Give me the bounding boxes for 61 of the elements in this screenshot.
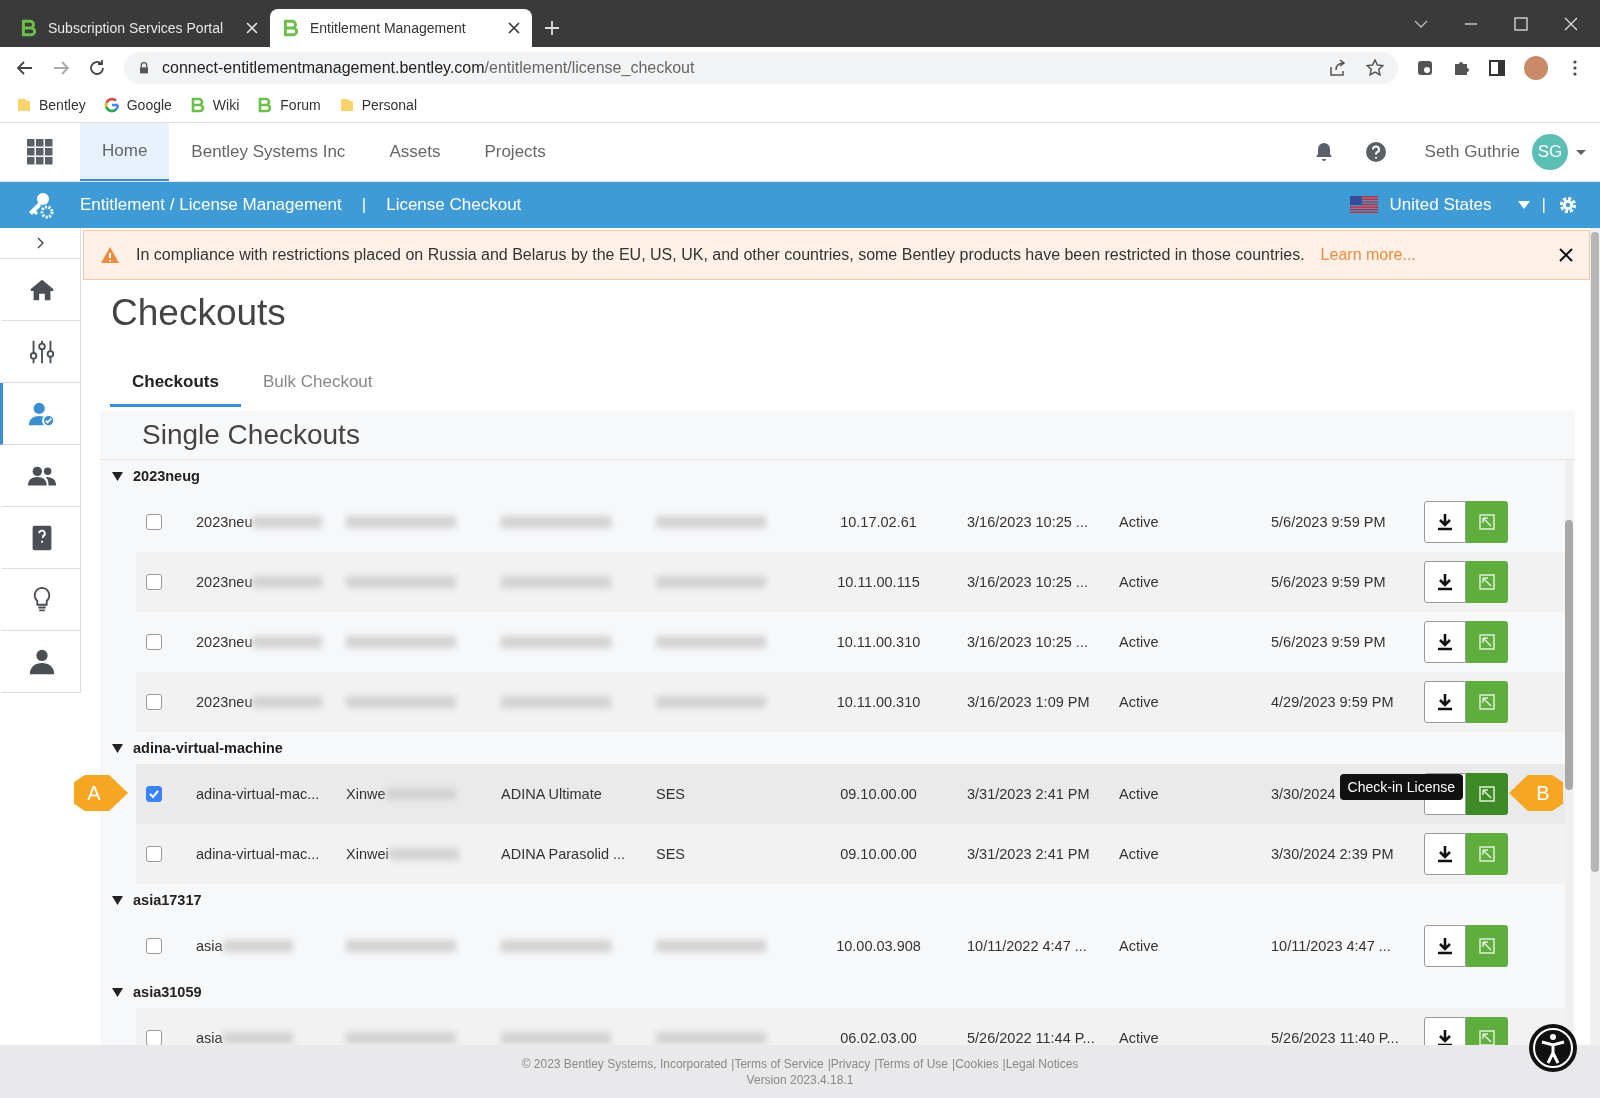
table-cell: 3/30/2024 2:39 PM <box>1271 846 1394 862</box>
table-cell: 3/16/2023 10:25 ... <box>967 514 1088 530</box>
banner-text: In compliance with restrictions placed on Russia and Belarus by the EU, US, UK, and other countries, some Bentley products have been restricted in those countries. <box>136 246 1305 264</box>
table-cell: Xinwei <box>346 846 389 862</box>
table-cell: 10.11.00.310 <box>836 634 921 650</box>
section-title: Single Checkouts <box>100 411 1575 460</box>
table-cell: 2023neu <box>196 694 253 710</box>
table-cell: 09.10.00.00 <box>840 786 917 802</box>
table-cell: Active <box>1119 846 1159 862</box>
table-cell: 10.11.00.115 <box>837 574 920 590</box>
table-cell: 10.17.02.61 <box>840 514 917 530</box>
table-cell: Active <box>1119 694 1159 710</box>
table-cell: Active <box>1119 938 1159 954</box>
table-cell: Active <box>1119 514 1159 530</box>
table-cell: 3/16/2023 10:25 ... <box>967 634 1088 650</box>
copyright-text: © 2023 Bentley Systems, Incorporated <box>521 1056 728 1071</box>
table-cell: 5/6/2023 9:59 PM <box>1271 574 1386 590</box>
table-cell: adina-virtual-mac... <box>196 786 320 802</box>
group-name: asia17317 <box>133 892 202 908</box>
table-cell: Active <box>1119 786 1159 802</box>
table-cell: 5/26/2022 11:44 P... <box>967 1030 1095 1045</box>
table-cell: Active <box>1119 1030 1159 1045</box>
table-cell: 3/16/2023 1:09 PM <box>967 694 1090 710</box>
table-cell: ADINA Parasolid ... <box>501 846 626 862</box>
table-cell: SES <box>656 786 685 802</box>
table-cell: SES <box>656 846 685 862</box>
table-cell: 06.02.03.00 <box>840 1030 917 1045</box>
table-cell: ADINA Ultimate <box>501 786 602 802</box>
table-cell: asia <box>196 938 223 954</box>
table-cell: 2023neu <box>196 574 253 590</box>
table-cell: 5/6/2023 9:59 PM <box>1271 514 1386 530</box>
table-cell: 10.00.03.908 <box>836 938 921 954</box>
table-cell: 10/11/2022 4:47 ... <box>967 938 1087 954</box>
table-cell: 4/29/2023 9:59 PM <box>1271 694 1394 710</box>
group-name: 2023neug <box>133 468 200 484</box>
tooltip: Check-in License <box>1339 774 1463 800</box>
table-cell: 3/30/2024 <box>1271 786 1336 802</box>
breadcrumb-separator: | <box>361 195 367 215</box>
table-cell: 2023neu <box>196 514 253 530</box>
toolbar-separator: | <box>1541 195 1546 215</box>
breadcrumb-current: License Checkout <box>386 195 522 215</box>
callout-marker: A <box>74 775 128 811</box>
table-cell: Active <box>1119 634 1159 650</box>
table-cell: 5/6/2023 9:59 PM <box>1271 634 1386 650</box>
table-cell: asia <box>196 1030 223 1045</box>
table-cell: 2023neu <box>196 634 253 650</box>
table-cell: 5/26/2023 11:40 P... <box>1271 1030 1399 1045</box>
table-cell: 3/31/2023 2:41 PM <box>967 846 1090 862</box>
table-cell: 10.11.00.310 <box>836 694 921 710</box>
callout-marker: B <box>1509 775 1563 811</box>
table-cell: 09.10.00.00 <box>840 846 917 862</box>
table-cell: 3/31/2023 2:41 PM <box>967 786 1090 802</box>
table-cell: 10/11/2023 4:47 ... <box>1271 938 1391 954</box>
group-name: asia31059 <box>133 984 202 1000</box>
table-cell: 3/16/2023 10:25 ... <box>967 574 1088 590</box>
group-name: adina-virtual-machine <box>133 740 283 756</box>
page-title: Checkouts <box>111 292 287 334</box>
version-text: Version 2023.4.18.1 <box>746 1072 854 1087</box>
table-cell: Xinwe <box>346 786 386 802</box>
table-cell: adina-virtual-mac... <box>196 846 320 862</box>
table-cell: Active <box>1119 574 1159 590</box>
